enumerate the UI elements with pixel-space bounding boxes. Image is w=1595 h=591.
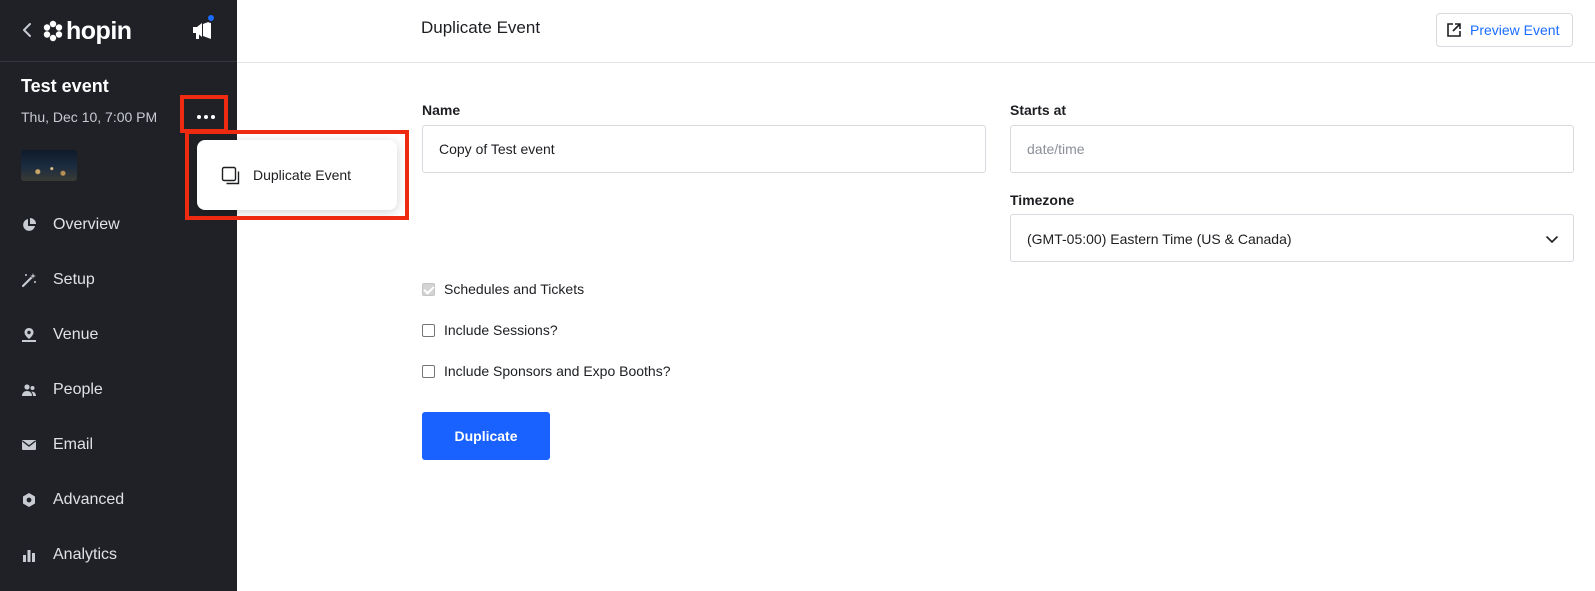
hopin-logo-icon	[43, 20, 63, 42]
sidebar-item-label: Advanced	[53, 491, 125, 508]
timezone-select[interactable]: (GMT-05:00) Eastern Time (US & Canada)	[1010, 214, 1574, 262]
include-sponsors-checkbox[interactable]	[422, 364, 435, 378]
brand-name: hopin	[66, 16, 132, 45]
sidebar-item-label: Analytics	[53, 546, 118, 563]
sidebar-item-label: Email	[53, 436, 94, 453]
timezone-value: (GMT-05:00) Eastern Time (US & Canada)	[1027, 231, 1292, 247]
starts-at-label: Starts at	[1010, 102, 1067, 118]
chevron-down-icon	[1546, 236, 1558, 244]
sidebar-item-label: Venue	[53, 326, 99, 343]
duplicate-button[interactable]: Duplicate	[422, 412, 550, 460]
notification-dot	[206, 13, 216, 23]
name-input[interactable]	[422, 125, 986, 173]
pie-chart-icon	[23, 218, 36, 231]
people-icon	[22, 384, 36, 396]
page-header: Duplicate Event Preview Event	[237, 0, 1595, 63]
sidebar-item-setup[interactable]: Setup	[0, 258, 237, 302]
sidebar-item-advanced[interactable]: Advanced	[0, 478, 237, 522]
sidebar-item-analytics[interactable]: Analytics	[0, 533, 237, 577]
option-include-sponsors[interactable]: Include Sponsors and Expo Booths?	[422, 363, 671, 379]
event-date: Thu, Dec 10, 7:00 PM	[21, 109, 158, 125]
option-include-sessions[interactable]: Include Sessions?	[422, 322, 558, 338]
announcements-button[interactable]	[189, 13, 217, 44]
preview-event-button[interactable]: Preview Event	[1436, 13, 1573, 47]
option-label: Schedules and Tickets	[444, 281, 585, 297]
sidebar-item-email[interactable]: Email	[0, 423, 237, 467]
sidebar-item-label: Setup	[53, 271, 95, 288]
hopin-logo[interactable]: hopin	[42, 14, 132, 48]
options-highlight-box	[180, 95, 228, 133]
sidebar-item-people[interactable]: People	[0, 368, 237, 412]
sidebar-header: hopin	[0, 0, 237, 62]
sidebar-item-venue[interactable]: Venue	[0, 313, 237, 357]
menu-highlight-box	[185, 130, 409, 220]
sidebar-item-label: People	[53, 381, 103, 398]
timezone-label: Timezone	[1010, 192, 1075, 208]
event-thumbnail	[21, 150, 77, 181]
chevron-left-icon[interactable]	[20, 20, 34, 40]
external-link-icon	[1447, 23, 1461, 37]
sidebar-item-label: Overview	[53, 216, 120, 233]
preview-event-label: Preview Event	[1470, 22, 1560, 38]
venue-pin-icon	[22, 328, 36, 342]
option-label: Include Sessions?	[444, 322, 558, 338]
envelope-icon	[22, 440, 36, 450]
include-sessions-checkbox[interactable]	[422, 323, 435, 337]
option-schedules-tickets: Schedules and Tickets	[422, 281, 584, 297]
name-label: Name	[422, 102, 461, 118]
event-title: Test event	[21, 76, 109, 96]
option-label: Include Sponsors and Expo Booths?	[444, 363, 671, 379]
hexagon-gear-icon	[23, 493, 35, 507]
starts-at-input[interactable]	[1010, 125, 1574, 173]
schedules-tickets-checkbox	[422, 282, 435, 296]
bar-chart-icon	[23, 550, 35, 562]
page-title: Duplicate Event	[421, 18, 541, 37]
sidebar: hopin Test event Thu, Dec 10, 7:00 PM Ov…	[0, 0, 237, 591]
magic-wand-icon	[21, 273, 36, 288]
